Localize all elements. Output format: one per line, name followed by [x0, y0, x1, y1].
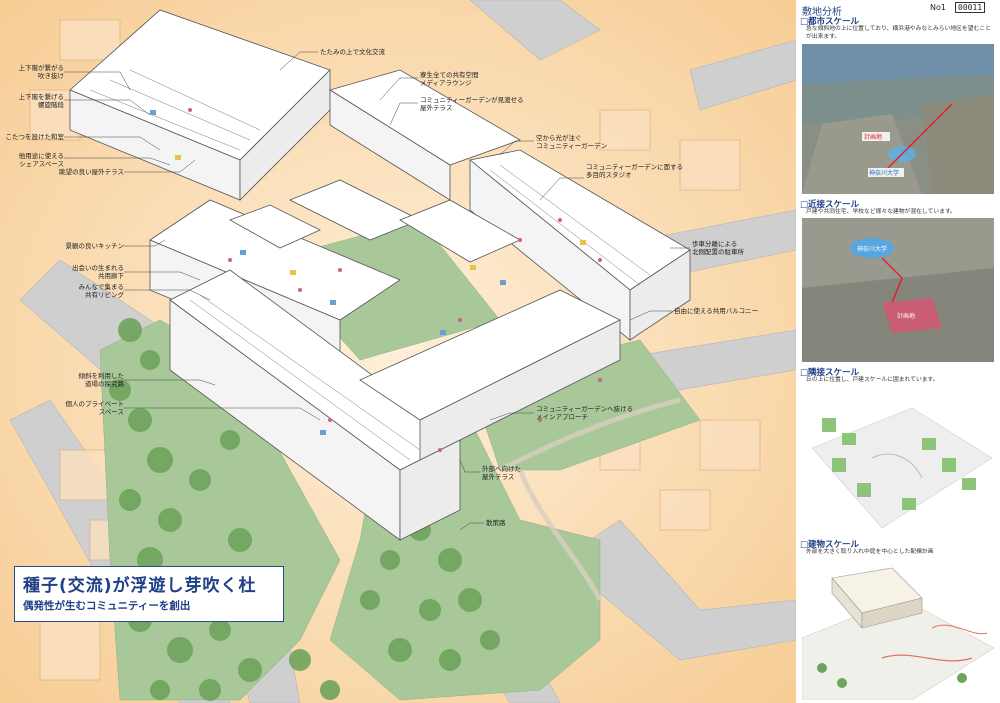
- label-private-space: 個人のプライベート スペース: [65, 400, 125, 416]
- label-external-terrace: 外部へ向けた 屋外テラス: [482, 465, 521, 481]
- title-sub: 偶発性が生むコミュニティーを創出: [23, 600, 191, 612]
- near-map-label-university: 神奈川大学: [857, 245, 887, 253]
- near-scale-photo: 神奈川大学 計画地: [802, 218, 994, 362]
- label-garden-terrace: コミュニティーガーデンが見渡せる 屋外テラス: [420, 96, 524, 112]
- label-studio: コミュニティーガーデンに面する 多目的スタジオ: [586, 163, 684, 179]
- title-main: 種子(交流)が浮遊し芽吹く杜: [23, 576, 257, 596]
- sheet-no: No1: [930, 3, 946, 12]
- label-main-approach: コミュニティーガーデンへ抜ける メインアプローチ: [536, 405, 634, 421]
- label-community-garden: 空から光が注ぐ コミュニティーガーデン: [536, 134, 608, 150]
- presentation-board: 上下階が繋がる 吹き抜け 上下階を繋げる 螺旋階段 こたつを設けた和室 他用途に使え…: [0, 0, 1000, 703]
- label-parking: 歩車分離による 北側配置の駐車所: [692, 240, 744, 256]
- sheet-code: 00011: [955, 2, 986, 13]
- label-spiral-stair: 上下階を繋げる 螺旋階段: [18, 93, 65, 109]
- label-kotatsu-room: こたつを設けた和室: [5, 133, 65, 141]
- label-corridor: 出会いの生まれる 共用廊下: [72, 264, 124, 280]
- label-walking-path: 散策路: [486, 519, 506, 527]
- label-slope-path: 傾斜を利用した 道場の探究路: [78, 372, 125, 388]
- section-desc-city: 急な傾斜地の上に位置しており、横浜港やみなとみらい地区を望むことが出来ます。: [806, 26, 991, 40]
- title-box: 種子(交流)が浮遊し芽吹く杜 偶発性が生むコミュニティーを創出: [14, 566, 284, 622]
- label-living: みんなで集まる 共有リビング: [78, 283, 125, 299]
- city-map-label-university: 神奈川大学: [869, 169, 899, 177]
- label-media-lounge: 寮生全ての共有空間 メディアラウンジ: [420, 71, 479, 87]
- city-map-label-site: 計画地: [864, 133, 882, 141]
- label-outdoor-terrace: 眺望の良い屋外テラス: [59, 168, 124, 176]
- section-desc-adjacent: 丘の上に位置し、戸建スケールに囲まれています。: [806, 377, 939, 383]
- city-scale-photo: 計画地 神奈川大学: [802, 44, 994, 194]
- section-desc-near: 戸建や共同住宅、学校など様々な建物が混在しています。: [806, 209, 956, 215]
- adjacent-scale-model: [802, 388, 994, 534]
- label-kitchen: 景観の良いキッチン: [65, 242, 125, 250]
- near-map-label-site: 計画地: [897, 312, 915, 320]
- section-desc-building: 外部を大きく取り入れ中庭を中心とした配棟計画: [806, 549, 934, 555]
- label-tatami: たたみの上で文化交流: [320, 48, 385, 56]
- label-balcony: 自由に使える共用バルコニー: [674, 307, 759, 315]
- label-share-space: 他用途に使える シェアスペース: [18, 152, 64, 168]
- label-atrium: 上下階が繋がる 吹き抜け: [18, 64, 65, 80]
- building-scale-model: [802, 558, 994, 700]
